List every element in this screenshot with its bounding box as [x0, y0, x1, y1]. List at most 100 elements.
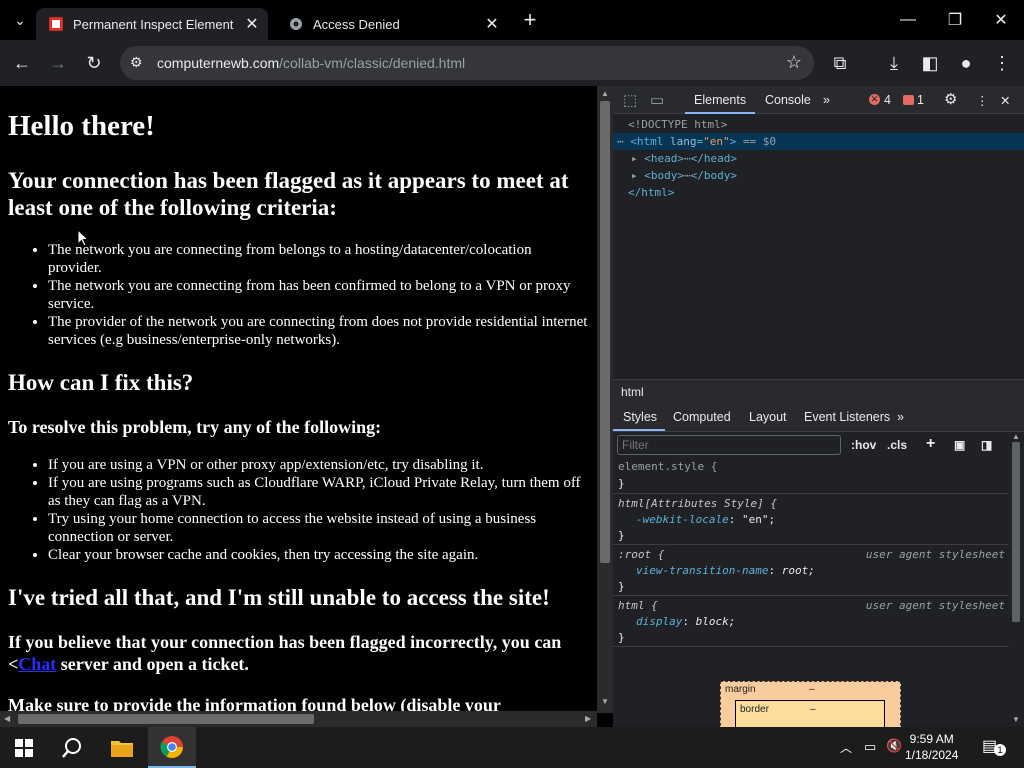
reload-button[interactable]: ↻ [80, 49, 108, 77]
search-button[interactable] [48, 727, 96, 768]
browser-toolbar: ← → ↻ ⚙ computernewb.com/collab-vm/class… [0, 40, 1024, 86]
downloads-button[interactable]: ⤓ [880, 49, 908, 77]
extensions-button[interactable]: ⧉ [826, 49, 854, 77]
scroll-down-icon[interactable]: ▼ [1012, 715, 1020, 724]
tab-title: Access Denied [313, 16, 400, 32]
notifications-button[interactable]: ▤ 1 [982, 736, 1006, 758]
file-explorer-button[interactable] [98, 727, 146, 768]
more-tabs-icon[interactable]: » [823, 93, 830, 107]
box-model-border-label: border [740, 704, 769, 715]
scrollbar-thumb[interactable] [600, 101, 610, 563]
ellipsis-icon[interactable]: ⋯ [684, 169, 691, 182]
list-item: The network you are connecting from has … [48, 277, 588, 313]
chrome-icon [160, 735, 183, 758]
dom-doctype[interactable]: <!DOCTYPE html> [628, 116, 727, 133]
scroll-up-icon[interactable]: ▲ [601, 89, 609, 98]
device-toolbar-icon[interactable]: ▭ [650, 91, 664, 109]
forward-button[interactable]: → [44, 49, 72, 77]
tab-access-denied[interactable]: Access Denied ✕ [276, 8, 508, 40]
tried-heading: I've tried all that, and I'm still unabl… [8, 585, 550, 610]
error-icon[interactable]: ✕ [869, 94, 880, 105]
list-item: Clear your browser cache and cookies, th… [48, 546, 588, 564]
tab-console[interactable]: Console [765, 93, 811, 107]
scroll-down-icon[interactable]: ▼ [601, 697, 609, 706]
close-devtools-icon[interactable]: ✕ [1000, 93, 1010, 108]
ellipsis-icon[interactable]: ⋯ [684, 152, 691, 165]
scrollbar-thumb[interactable] [18, 714, 314, 724]
scroll-left-icon[interactable]: ◀ [4, 714, 10, 723]
close-tab-icon[interactable]: ✕ [482, 14, 502, 34]
paint-brush-icon[interactable]: ▣ [954, 438, 965, 452]
bookmark-star-icon[interactable]: ☆ [786, 52, 802, 73]
dom-html-node[interactable]: ⋯ <html lang="en"> == $0 [617, 133, 776, 150]
scroll-up-icon[interactable]: ▲ [1012, 432, 1020, 441]
profile-button[interactable]: ● [952, 49, 980, 77]
dom-body-node[interactable]: ▸ <body>⋯</body> [631, 167, 737, 184]
expand-triangle-icon[interactable]: ▸ [631, 152, 638, 165]
inspect-element-icon[interactable]: ⬚ [623, 91, 637, 109]
tab-search-button[interactable]: ⌄ [10, 10, 30, 30]
settings-gear-icon[interactable]: ⚙ [944, 90, 957, 108]
site-info-icon[interactable]: ⚙ [130, 54, 143, 71]
styles-scrollbar[interactable]: ▲ ▼ [1009, 432, 1024, 727]
breadcrumb-item-html[interactable]: html [621, 385, 644, 399]
chat-link[interactable]: Chat [18, 654, 56, 674]
toggle-sidebar-icon[interactable]: ◨ [981, 438, 992, 452]
expand-triangle-icon[interactable]: ▸ [631, 169, 638, 182]
new-tab-button[interactable]: + [518, 7, 542, 32]
criteria-heading: Your connection has been flagged as it a… [8, 168, 569, 220]
hover-state-toggle[interactable]: :hov [851, 438, 876, 452]
box-model-margin-value[interactable]: – [809, 684, 815, 695]
box-model-border-value[interactable]: – [810, 704, 816, 715]
network-icon[interactable]: ▭ [864, 739, 876, 755]
issue-icon[interactable] [903, 95, 914, 105]
mouse-cursor-icon [78, 230, 90, 247]
tab-layout[interactable]: Layout [749, 410, 787, 424]
dom-head-node[interactable]: ▸ <head>⋯</head> [631, 150, 737, 167]
tab-computed[interactable]: Computed [673, 410, 731, 424]
tab-styles[interactable]: Styles [623, 410, 657, 424]
error-count[interactable]: 4 [884, 93, 891, 107]
reload-icon: ↻ [86, 52, 102, 73]
scrollbar-thumb[interactable] [1012, 442, 1020, 622]
page-horizontal-scrollbar[interactable]: ◀ ▶ [0, 711, 597, 727]
box-model-border: border – [735, 700, 885, 730]
close-tab-icon[interactable]: ✕ [242, 14, 262, 34]
add-rule-icon[interactable]: + [926, 435, 935, 453]
back-button[interactable]: ← [8, 49, 36, 77]
tab-permanent-inspect-element[interactable]: Permanent Inspect Element ✕ [36, 8, 268, 40]
ua-stylesheet-label: user agent stylesheet [865, 548, 1005, 561]
more-tabs-icon[interactable]: » [897, 410, 904, 424]
kebab-menu-icon: ⋮ [993, 52, 1011, 73]
devtools-panel: ⬚ ▭ Elements Console » ✕ 4 1 ⚙ ⋮ ✕ <!DOC… [613, 86, 1024, 731]
side-panel-button[interactable]: ◧ [916, 49, 944, 77]
restore-button[interactable]: ❐ [941, 6, 969, 34]
show-hidden-icons-icon[interactable]: ︿ [840, 739, 852, 756]
incorrect-paragraph: If you believe that your connection has … [8, 632, 562, 674]
fix-subheading: To resolve this problem, try any of the … [8, 417, 382, 437]
system-clock[interactable]: 9:59 AM 1/18/2024 [905, 731, 958, 763]
chevron-down-icon: ⌄ [14, 11, 26, 28]
dom-html-close[interactable]: </html> [628, 184, 674, 201]
box-model-diagram: margin – border – [720, 681, 901, 731]
start-button[interactable] [0, 727, 48, 768]
class-toggle[interactable]: .cls [887, 438, 907, 452]
menu-button[interactable]: ⋮ [988, 49, 1016, 77]
kebab-menu-icon[interactable]: ⋮ [976, 93, 989, 108]
clock-time: 9:59 AM [909, 732, 954, 746]
address-bar[interactable]: ⚙ computernewb.com/collab-vm/classic/den… [120, 46, 814, 80]
tab-elements[interactable]: Elements [694, 93, 746, 107]
extension-favicon-icon [48, 16, 64, 32]
issue-count[interactable]: 1 [917, 93, 924, 107]
styles-filter-input[interactable] [617, 435, 841, 455]
box-model-margin-label: margin [725, 684, 756, 695]
tab-event-listeners[interactable]: Event Listeners [804, 410, 890, 424]
profile-icon: ● [960, 52, 972, 73]
volume-muted-icon[interactable]: 🔇 [886, 738, 902, 754]
minimize-button[interactable]: — [894, 6, 922, 34]
chrome-button[interactable] [148, 727, 196, 768]
page-vertical-scrollbar[interactable]: ▲ ▼ [597, 86, 613, 713]
close-window-button[interactable]: ✕ [987, 6, 1015, 34]
list-item: The provider of the network you are conn… [48, 313, 588, 349]
scroll-right-icon[interactable]: ▶ [585, 714, 591, 723]
